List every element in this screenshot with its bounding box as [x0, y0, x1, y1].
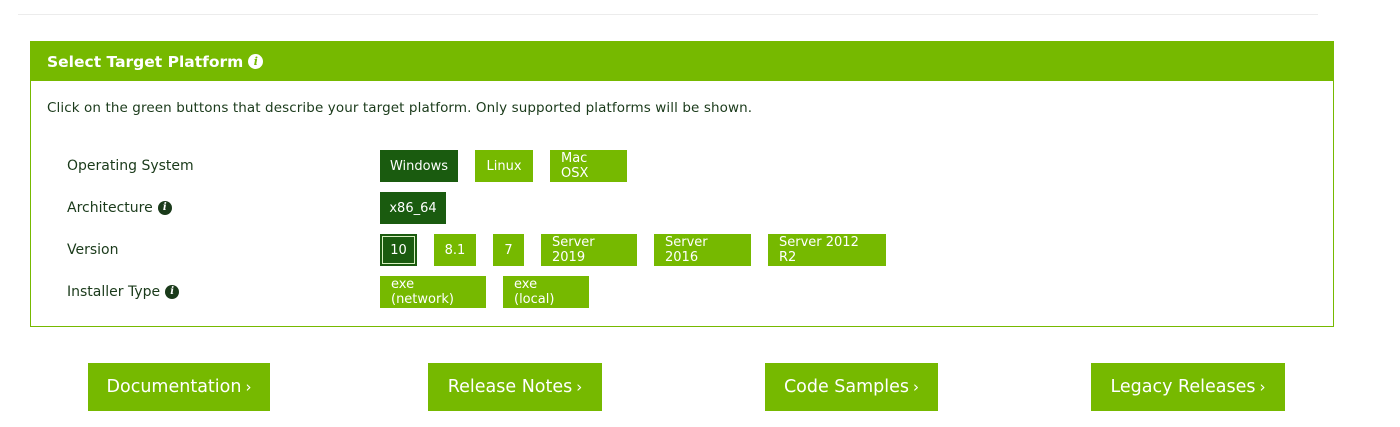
version-label: Version [67, 242, 119, 258]
version-option-server-2019[interactable]: Server 2019 [541, 234, 637, 266]
os-options: Windows Linux Mac OSX [380, 149, 644, 183]
arch-option-x86-64[interactable]: x86_64 [380, 192, 446, 224]
installer-label: Installer Type i [67, 275, 180, 309]
panel-header: Select Target Platform i [31, 42, 1333, 81]
version-option-8-1[interactable]: 8.1 [434, 234, 476, 266]
arch-options: x86_64 [380, 191, 463, 225]
installer-option-exe-network[interactable]: exe (network) [380, 276, 486, 308]
chevron-right-icon: › [913, 378, 920, 396]
os-option-linux[interactable]: Linux [475, 150, 533, 182]
chevron-right-icon: › [245, 378, 252, 396]
version-row: Version 10 8.1 7 Server 2019 Server 2016… [31, 233, 1333, 267]
info-icon[interactable]: i [165, 285, 180, 299]
installer-options: exe (network) exe (local) [380, 275, 606, 309]
os-row: Operating System Windows Linux Mac OSX [31, 149, 1333, 183]
code-samples-button[interactable]: Code Samples › [765, 363, 938, 411]
version-option-server-2016[interactable]: Server 2016 [654, 234, 751, 266]
installer-option-exe-local[interactable]: exe (local) [503, 276, 589, 308]
os-option-macosx[interactable]: Mac OSX [550, 150, 627, 182]
top-divider [18, 14, 1318, 15]
arch-row: Architecture i x86_64 [31, 191, 1333, 225]
instructions-text: Click on the green buttons that describe… [47, 100, 753, 116]
info-icon[interactable]: i [248, 54, 264, 69]
info-icon[interactable]: i [157, 201, 172, 215]
chevron-right-icon: › [1259, 378, 1266, 396]
version-option-7[interactable]: 7 [493, 234, 524, 266]
chevron-right-icon: › [576, 378, 583, 396]
version-option-10[interactable]: 10 [380, 234, 417, 266]
release-notes-button[interactable]: Release Notes › [428, 363, 602, 411]
installer-row: Installer Type i exe (network) exe (loca… [31, 275, 1333, 309]
legacy-releases-button[interactable]: Legacy Releases › [1091, 363, 1285, 411]
arch-label: Architecture i [67, 191, 172, 225]
version-option-server-2012-r2[interactable]: Server 2012 R2 [768, 234, 886, 266]
version-options: 10 8.1 7 Server 2019 Server 2016 Server … [380, 233, 903, 267]
documentation-button[interactable]: Documentation › [88, 363, 270, 411]
target-platform-panel: Select Target Platform i Click on the gr… [30, 41, 1334, 327]
os-option-windows[interactable]: Windows [380, 150, 458, 182]
panel-title: Select Target Platform [47, 52, 244, 71]
os-label: Operating System [67, 158, 194, 174]
